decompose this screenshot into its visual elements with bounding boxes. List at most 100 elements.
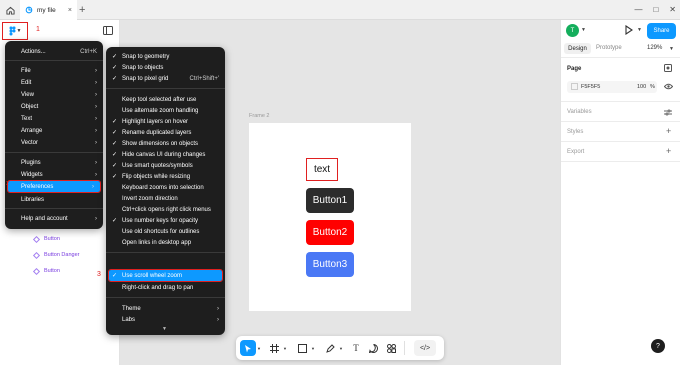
- avatar[interactable]: T: [566, 24, 579, 37]
- divider: [561, 57, 680, 58]
- frame[interactable]: [249, 123, 411, 311]
- styles-section-title[interactable]: Styles: [567, 129, 583, 135]
- annotation-1: 1: [36, 26, 40, 33]
- divider: [561, 141, 680, 142]
- menu-item-text[interactable]: Text ›: [5, 113, 103, 124]
- frame-tool[interactable]: [266, 340, 282, 356]
- color-swatch[interactable]: [571, 83, 578, 90]
- menu-item-file[interactable]: File ›: [5, 65, 103, 76]
- visibility-toggle[interactable]: [663, 83, 674, 92]
- zoom-level[interactable]: 129%: [647, 45, 662, 51]
- chevron-down-icon[interactable]: ▼: [637, 27, 642, 33]
- add-export-icon[interactable]: +: [666, 146, 671, 156]
- page-styles-button[interactable]: [664, 64, 672, 74]
- chevron-right-icon: ›: [95, 67, 97, 74]
- pref-number-keys[interactable]: ✓ Use number keys for opacity: [106, 215, 225, 226]
- share-button[interactable]: Share: [647, 23, 676, 39]
- pref-labs[interactable]: Labs ›: [106, 314, 225, 325]
- layer-item[interactable]: Button Danger: [32, 251, 79, 259]
- chevron-down-icon[interactable]: ▼: [669, 46, 674, 52]
- variables-settings-button[interactable]: [664, 109, 672, 118]
- check-icon: ✓: [112, 130, 118, 136]
- chevron-down-icon[interactable]: ▼: [281, 340, 289, 356]
- chevron-right-icon: ›: [95, 159, 97, 166]
- pref-alternate-zoom[interactable]: Use alternate zoom handling: [106, 105, 225, 116]
- chevron-down-icon[interactable]: ▼: [337, 340, 345, 356]
- canvas-button-3[interactable]: Button3: [306, 252, 354, 277]
- check-icon: ✓: [112, 273, 118, 279]
- menu-item-preferences[interactable]: Preferences ›: [7, 180, 101, 193]
- page-opacity-value[interactable]: 100: [637, 84, 646, 90]
- pref-ctrl-click[interactable]: Ctrl+click opens right click menus: [106, 204, 225, 215]
- canvas-button-1[interactable]: Button1: [306, 188, 354, 213]
- maximize-icon[interactable]: □: [653, 5, 658, 14]
- pref-rename-duplicated[interactable]: ✓ Rename duplicated layers: [106, 127, 225, 138]
- chevron-down-icon[interactable]: ▼: [309, 340, 317, 356]
- pref-right-click-pan[interactable]: Right-click and drag to pan: [106, 282, 225, 293]
- export-section-title[interactable]: Export: [567, 149, 584, 155]
- pref-old-shortcuts[interactable]: Use old shortcuts for outlines: [106, 226, 225, 237]
- tab-prototype[interactable]: Prototype: [596, 45, 622, 51]
- text-tool[interactable]: T: [348, 340, 364, 356]
- minimize-icon[interactable]: —: [634, 5, 642, 14]
- canvas-button-2[interactable]: Button2: [306, 220, 354, 245]
- pref-smart-quotes[interactable]: ✓ Use smart quotes/symbols: [106, 160, 225, 171]
- main-menu-button[interactable]: ▼: [2, 22, 28, 40]
- pref-keep-tool[interactable]: Keep tool selected after use: [106, 94, 225, 105]
- pref-snap-geometry[interactable]: ✓ Snap to geometry: [106, 51, 225, 62]
- menu-item-actions[interactable]: Actions... Ctrl+K: [5, 46, 103, 57]
- menu-item-libraries[interactable]: Libraries: [5, 194, 103, 205]
- pref-theme[interactable]: Theme ›: [106, 303, 225, 314]
- file-tab[interactable]: my file ×: [20, 0, 77, 20]
- add-style-icon[interactable]: +: [666, 126, 671, 136]
- page-color-value[interactable]: F5F5F5: [581, 84, 600, 90]
- new-tab-button[interactable]: +: [79, 4, 85, 16]
- text-element[interactable]: text: [306, 158, 338, 181]
- shape-tool[interactable]: [294, 340, 310, 356]
- menu-item-plugins[interactable]: Plugins ›: [5, 157, 103, 168]
- menu-item-object[interactable]: Object ›: [5, 101, 103, 112]
- pref-flip-objects[interactable]: ✓ Flip objects while resizing: [106, 171, 225, 182]
- pref-open-links[interactable]: Open links in desktop app: [106, 237, 225, 248]
- divider: [561, 121, 680, 122]
- pref-show-dimensions[interactable]: ✓ Show dimensions on objects: [106, 138, 225, 149]
- divider: [561, 161, 680, 162]
- pref-invert-zoom[interactable]: Invert zoom direction: [106, 193, 225, 204]
- frame-label[interactable]: Frame 2: [249, 113, 269, 119]
- pref-snap-pixel-grid[interactable]: ✓ Snap to pixel grid Ctrl+Shift+': [106, 73, 225, 84]
- present-button[interactable]: [625, 24, 633, 37]
- pref-hide-canvas-ui[interactable]: ✓ Hide canvas UI during changes: [106, 149, 225, 160]
- move-tool[interactable]: [240, 340, 256, 356]
- pref-scroll-wheel-zoom[interactable]: ✓ Use scroll wheel zoom: [108, 269, 223, 282]
- panel-toggle-button[interactable]: [103, 26, 113, 37]
- menu-item-view[interactable]: View ›: [5, 89, 103, 100]
- close-window-icon[interactable]: ✕: [669, 5, 676, 14]
- help-button[interactable]: ?: [651, 339, 665, 353]
- variables-section-title[interactable]: Variables: [567, 109, 592, 115]
- frame-icon: [269, 343, 279, 353]
- annotation-3: 3: [97, 271, 101, 278]
- chevron-right-icon: ›: [95, 215, 97, 222]
- chevron-down-icon[interactable]: ▼: [581, 27, 586, 33]
- actions-tool[interactable]: [383, 340, 399, 356]
- home-button[interactable]: [0, 0, 20, 20]
- dev-mode-toggle[interactable]: </>: [414, 340, 436, 356]
- tab-design[interactable]: Design: [564, 43, 591, 54]
- pref-highlight-layers[interactable]: ✓ Highlight layers on hover: [106, 116, 225, 127]
- menu-item-help[interactable]: Help and account ›: [5, 213, 103, 224]
- comment-tool[interactable]: [365, 340, 381, 356]
- scroll-down-icon[interactable]: ▼: [162, 326, 167, 332]
- menu-item-vector[interactable]: Vector ›: [5, 137, 103, 148]
- chevron-right-icon: ›: [95, 79, 97, 86]
- menu-item-edit[interactable]: Edit ›: [5, 77, 103, 88]
- chevron-down-icon[interactable]: ▼: [255, 340, 263, 356]
- menu-item-widgets[interactable]: Widgets ›: [5, 169, 103, 180]
- pref-snap-objects[interactable]: ✓ Snap to objects: [106, 62, 225, 73]
- pref-keyboard-zooms[interactable]: Keyboard zooms into selection: [106, 182, 225, 193]
- layer-item[interactable]: Button: [32, 267, 60, 275]
- layer-item[interactable]: Button: [32, 235, 60, 243]
- menu-item-arrange[interactable]: Arrange ›: [5, 125, 103, 136]
- check-icon: ✓: [112, 218, 118, 224]
- pen-tool[interactable]: [322, 340, 338, 356]
- close-tab-icon[interactable]: ×: [68, 7, 72, 14]
